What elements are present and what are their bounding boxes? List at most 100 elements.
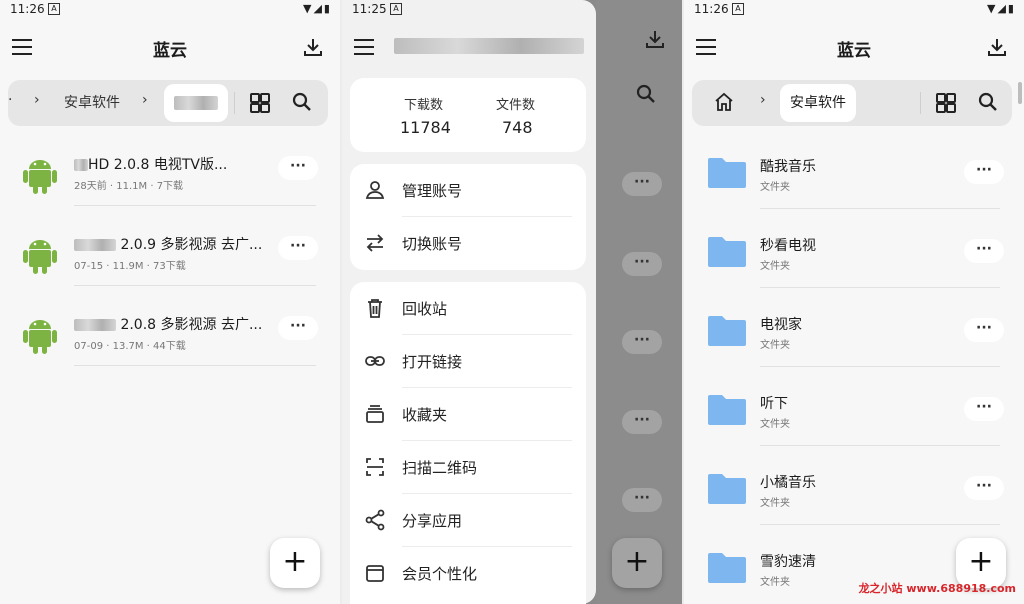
- share-icon: [365, 509, 385, 531]
- stat-label: 文件数: [496, 98, 536, 113]
- stats-card: 下载数 11784 文件数 748: [350, 78, 586, 152]
- folder-item[interactable]: 酷我音乐 文件夹 ···: [684, 146, 1024, 225]
- breadcrumb-item[interactable]: 安卓软件: [64, 92, 120, 112]
- add-fab-button[interactable]: +: [270, 538, 320, 588]
- app-title: 蓝云: [153, 41, 187, 61]
- more-button: ···: [622, 410, 662, 434]
- menu-item-recycle-bin[interactable]: 回收站: [350, 282, 586, 335]
- file-meta: 07-15 · 11.9M · 73下载: [74, 261, 186, 272]
- folder-type: 文件夹: [760, 498, 790, 509]
- breadcrumb-chevron-icon: ›: [760, 92, 766, 108]
- menu-item-manage-account[interactable]: 管理账号: [350, 164, 586, 217]
- status-bar: 11:25 A: [342, 0, 596, 18]
- folder-icon: [708, 395, 746, 425]
- folder-item[interactable]: 小橘音乐 文件夹 ···: [684, 462, 1024, 541]
- menu-item-scan-qr[interactable]: 扫描二维码: [350, 441, 586, 494]
- more-button[interactable]: ···: [278, 236, 318, 260]
- screen-drawer: ··· ··· ··· ··· ··· + 11:25 A 下载数 11784 …: [342, 0, 682, 604]
- app-bar: 蓝云: [0, 30, 340, 64]
- folder-icon: [708, 553, 746, 583]
- status-time: 11:26: [694, 2, 729, 16]
- status-time: 11:26: [10, 2, 45, 16]
- screen-folder-list: 11:26 A ▼◢▮ 蓝云 › 安卓软件 酷我音乐 文件夹 ··· 秒看电视 …: [684, 0, 1024, 604]
- folder-type: 文件夹: [760, 419, 790, 430]
- app-title: 蓝云: [837, 41, 871, 61]
- folder-type: 文件夹: [760, 340, 790, 351]
- more-button[interactable]: ···: [964, 160, 1004, 184]
- menu-item-favorites[interactable]: 收藏夹: [350, 388, 586, 441]
- folder-icon: [708, 158, 746, 188]
- more-button: ···: [622, 172, 662, 196]
- file-item[interactable]: HD 2.0.8 电视TV版... 28天前 · 11.1M · 7下载 ···: [0, 146, 340, 222]
- menu-item-share-app[interactable]: 分享应用: [350, 494, 586, 547]
- watermark: 龙之小站 www.688918.com: [858, 582, 1016, 595]
- android-icon: [23, 160, 57, 194]
- person-icon: [365, 181, 385, 199]
- status-bar: 11:26 A ▼◢▮: [0, 0, 340, 18]
- android-icon: [23, 240, 57, 274]
- grid-view-icon[interactable]: [250, 93, 270, 113]
- download-icon: [646, 31, 664, 48]
- menu-item-vip-personalize[interactable]: 会员个性化: [350, 547, 586, 600]
- file-name: HD 2.0.8 电视TV版...: [74, 154, 264, 174]
- folder-type: 文件夹: [760, 261, 790, 272]
- notification-icon: A: [48, 3, 60, 15]
- folder-item[interactable]: 秒看电视 文件夹 ···: [684, 225, 1024, 304]
- file-item[interactable]: 2.0.9 多影视源 去广... 07-15 · 11.9M · 73下载 ··…: [0, 226, 340, 302]
- scrim[interactable]: ··· ··· ··· ··· ··· +: [596, 0, 682, 604]
- system-status-icons: ▼◢▮: [303, 2, 332, 15]
- folder-name: 雪豹速清: [760, 554, 816, 570]
- screen-file-list: 11:26 A ▼◢▮ 蓝云 · › 安卓软件 › HD 2.0.8 电视TV版…: [0, 0, 340, 604]
- folder-icon: [708, 474, 746, 504]
- more-button: ···: [622, 488, 662, 512]
- main-menu: 回收站 打开链接 收藏夹 扫描二维码 分享应用 会员个性化: [350, 282, 586, 604]
- breadcrumb: › 安卓软件: [692, 80, 1012, 126]
- file-meta: 07-09 · 13.7M · 44下载: [74, 341, 186, 352]
- system-status-icons: ▼◢▮: [987, 2, 1016, 15]
- breadcrumb-chevron-icon: ›: [142, 92, 148, 108]
- link-icon: [365, 356, 385, 366]
- search-icon[interactable]: [978, 92, 998, 112]
- more-button[interactable]: ···: [278, 316, 318, 340]
- breadcrumb-chevron-icon: ›: [34, 92, 40, 108]
- folder-icon: [708, 237, 746, 267]
- scan-icon: [366, 458, 384, 476]
- more-button[interactable]: ···: [964, 397, 1004, 421]
- folder-item[interactable]: 电视家 文件夹 ···: [684, 304, 1024, 383]
- add-fab-button: +: [612, 538, 662, 588]
- download-icon[interactable]: [302, 36, 324, 58]
- menu-item-open-link[interactable]: 打开链接: [350, 335, 586, 388]
- android-icon: [23, 320, 57, 354]
- stat-value: 11784: [400, 118, 451, 137]
- grid-view-icon[interactable]: [936, 93, 956, 113]
- download-icon[interactable]: [986, 36, 1008, 58]
- folder-name: 电视家: [760, 317, 802, 333]
- folder-type: 文件夹: [760, 182, 790, 193]
- file-item[interactable]: 2.0.8 多影视源 去广... 07-09 · 13.7M · 44下载 ··…: [0, 306, 340, 382]
- folder-name: 听下: [760, 396, 788, 412]
- more-button[interactable]: ···: [964, 318, 1004, 342]
- home-icon[interactable]: [714, 92, 734, 112]
- breadcrumb: · › 安卓软件 ›: [8, 80, 328, 126]
- more-button: ···: [622, 330, 662, 354]
- navigation-drawer: 11:25 A 下载数 11784 文件数 748 管理账号 切换账号 回收站 …: [342, 0, 596, 604]
- notification-icon: A: [732, 3, 744, 15]
- more-button[interactable]: ···: [964, 239, 1004, 263]
- status-bar: 11:26 A ▼◢▮: [684, 0, 1024, 18]
- file-name: 2.0.9 多影视源 去广...: [74, 234, 264, 254]
- scrollbar[interactable]: [1018, 82, 1022, 104]
- breadcrumb-current[interactable]: 安卓软件: [780, 84, 856, 122]
- trash-icon: [368, 299, 382, 318]
- more-button[interactable]: ···: [278, 156, 318, 180]
- breadcrumb-chevron-icon: ·: [8, 92, 13, 108]
- folder-name: 秒看电视: [760, 238, 816, 254]
- more-button[interactable]: ···: [964, 476, 1004, 500]
- menu-item-switch-account[interactable]: 切换账号: [350, 217, 586, 270]
- more-button: ···: [622, 252, 662, 276]
- folder-item[interactable]: 听下 文件夹 ···: [684, 383, 1024, 462]
- folder-type: 文件夹: [760, 577, 790, 588]
- breadcrumb-current[interactable]: [164, 84, 228, 122]
- menu-icon[interactable]: [354, 39, 374, 55]
- search-icon[interactable]: [292, 92, 312, 112]
- collection-icon: [366, 405, 384, 423]
